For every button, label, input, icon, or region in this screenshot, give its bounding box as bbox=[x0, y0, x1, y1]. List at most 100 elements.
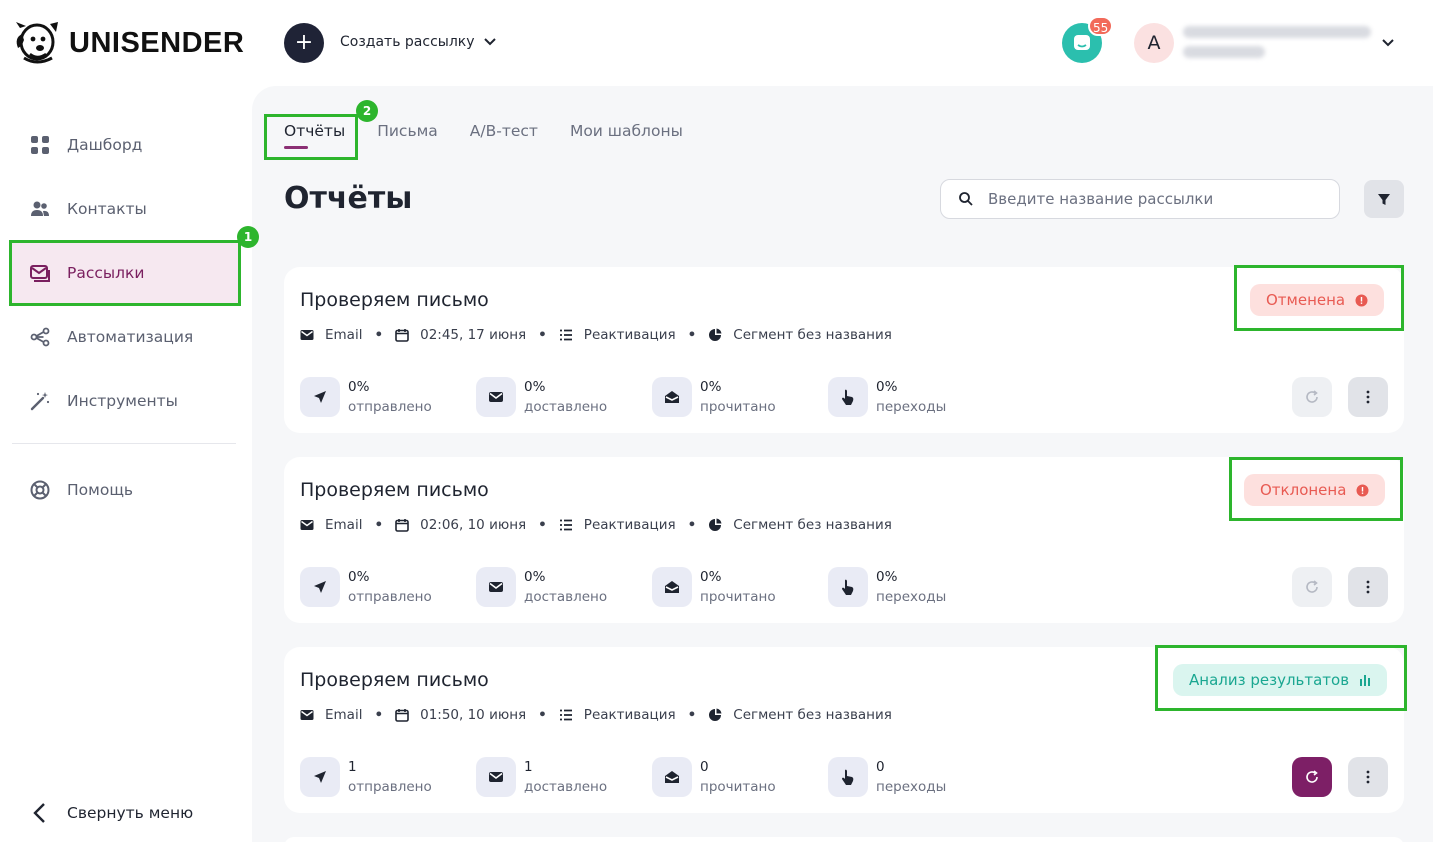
repeat-campaign-button[interactable] bbox=[1292, 377, 1332, 417]
refresh-icon bbox=[1306, 580, 1318, 593]
pointer-click-icon bbox=[828, 377, 868, 417]
create-campaign-label: Создать рассылку bbox=[340, 34, 475, 50]
more-options-button[interactable] bbox=[1348, 377, 1388, 417]
tab-my-templates[interactable]: Мои шаблоны bbox=[570, 122, 683, 140]
stat-mail: 0% доставлено bbox=[476, 377, 652, 417]
campaign-segment: Сегмент без названия bbox=[733, 327, 892, 343]
envelope-open-icon bbox=[652, 377, 692, 417]
campaign-type: Реактивация bbox=[583, 327, 676, 343]
highlight-box-status bbox=[1234, 265, 1404, 331]
campaign-stats: 1 отправлено 1 доставлено 0 прочитано 0 переход… bbox=[300, 757, 1004, 797]
more-options-button[interactable] bbox=[1348, 567, 1388, 607]
tab-ab-test[interactable]: A/B-тест bbox=[470, 122, 538, 140]
collapse-menu-button[interactable]: Свернуть меню bbox=[30, 801, 193, 825]
brand-name: UNISENDER bbox=[69, 26, 245, 59]
user-info-blurred[interactable] bbox=[1183, 26, 1371, 62]
create-campaign-button[interactable]: + bbox=[284, 23, 324, 63]
envelope-icon bbox=[300, 520, 314, 530]
campaign-meta: Email • 02:06, 10 июня • Реактивация • Сегмент… bbox=[300, 517, 892, 533]
stat-click: 0% переходы bbox=[828, 567, 1004, 607]
dog-logo-icon bbox=[16, 22, 58, 64]
notification-count-badge: 55 bbox=[1088, 16, 1114, 36]
create-campaign-dropdown[interactable]: Создать рассылку bbox=[340, 34, 497, 50]
highlight-box-status bbox=[1229, 457, 1403, 521]
stat-open: 0% прочитано bbox=[652, 377, 828, 417]
repeat-campaign-button[interactable] bbox=[1292, 757, 1332, 797]
send-icon bbox=[300, 567, 340, 607]
mail-icon bbox=[476, 567, 516, 607]
tab-letters[interactable]: Письма bbox=[377, 122, 438, 140]
stat-value: 0% bbox=[524, 379, 546, 395]
pie-chart-icon bbox=[709, 518, 722, 531]
campaign-meta: Email • 02:45, 17 июня • Реактивация • Сегмент… bbox=[300, 327, 892, 343]
avatar[interactable]: A bbox=[1134, 23, 1174, 63]
campaign-channel: Email bbox=[325, 707, 363, 723]
sidebar-item-help[interactable]: Помощь bbox=[10, 458, 240, 522]
search-icon bbox=[959, 192, 973, 206]
envelope-open-icon bbox=[652, 567, 692, 607]
page-title: Отчёты bbox=[284, 181, 413, 216]
stat-value: 0% bbox=[524, 569, 546, 585]
campaign-datetime: 01:50, 10 июня bbox=[420, 707, 527, 723]
stat-value: 0 bbox=[876, 759, 885, 775]
pointer-click-icon bbox=[828, 757, 868, 797]
pie-chart-icon bbox=[709, 328, 722, 341]
more-vertical-icon bbox=[1366, 580, 1370, 594]
filter-icon bbox=[1378, 194, 1390, 205]
campaign-title[interactable]: Проверяем письмо bbox=[300, 289, 489, 311]
more-options-button[interactable] bbox=[1348, 757, 1388, 797]
stat-label: доставлено bbox=[524, 399, 608, 415]
stat-value: 0% bbox=[348, 379, 370, 395]
chat-icon bbox=[1074, 35, 1090, 50]
pie-chart-icon bbox=[709, 708, 722, 721]
logo[interactable]: UNISENDER bbox=[12, 20, 244, 66]
campaign-datetime: 02:45, 17 июня bbox=[420, 327, 527, 343]
stat-open: 0 прочитано bbox=[652, 757, 828, 797]
collapse-menu-label: Свернуть меню bbox=[67, 804, 194, 822]
stat-mail: 1 доставлено bbox=[476, 757, 652, 797]
send-icon bbox=[300, 757, 340, 797]
stat-click: 0 переходы bbox=[828, 757, 1004, 797]
campaign-segment: Сегмент без названия bbox=[733, 517, 892, 533]
campaign-title[interactable]: Проверяем письмо bbox=[300, 669, 489, 691]
filter-button[interactable] bbox=[1364, 180, 1404, 218]
stat-label: переходы bbox=[876, 779, 947, 795]
stat-value: 0% bbox=[876, 569, 898, 585]
sidebar-item-tools[interactable]: Инструменты bbox=[10, 369, 240, 433]
envelope-open-icon bbox=[652, 757, 692, 797]
sidebar-item-label: Автоматизация bbox=[67, 328, 194, 346]
sidebar-item-dashboard[interactable]: Дашборд bbox=[10, 113, 240, 177]
send-icon bbox=[300, 377, 340, 417]
stat-label: доставлено bbox=[524, 589, 608, 605]
list-icon bbox=[559, 519, 572, 531]
stat-label: переходы bbox=[876, 589, 947, 605]
chevron-down-icon[interactable] bbox=[1380, 35, 1396, 51]
stat-value: 0% bbox=[348, 569, 370, 585]
highlight-number: 1 bbox=[237, 226, 259, 248]
envelope-icon bbox=[300, 710, 314, 720]
stat-label: переходы bbox=[876, 399, 947, 415]
sidebar-item-automation[interactable]: Автоматизация bbox=[10, 305, 240, 369]
search-input[interactable] bbox=[988, 190, 1328, 208]
dashboard-icon bbox=[31, 136, 49, 154]
stat-label: доставлено bbox=[524, 779, 608, 795]
stat-send: 1 отправлено bbox=[300, 757, 476, 797]
top-bar: UNISENDER + Создать рассылку 55 A bbox=[0, 0, 1433, 86]
stat-value: 0% bbox=[876, 379, 898, 395]
campaign-title[interactable]: Проверяем письмо bbox=[300, 479, 489, 501]
stat-value: 0% bbox=[700, 379, 722, 395]
calendar-icon bbox=[395, 519, 409, 532]
magic-wand-icon bbox=[30, 392, 50, 411]
campaign-channel: Email bbox=[325, 517, 363, 533]
highlight-box-campaigns bbox=[9, 240, 241, 306]
campaign-stats: 0% отправлено 0% доставлено 0% прочитано 0% пер… bbox=[300, 377, 1004, 417]
campaign-type: Реактивация bbox=[583, 517, 676, 533]
campaign-channel: Email bbox=[325, 327, 363, 343]
campaign-stats: 0% отправлено 0% доставлено 0% прочитано 0% пер… bbox=[300, 567, 1004, 607]
repeat-campaign-button[interactable] bbox=[1292, 567, 1332, 607]
contacts-icon bbox=[31, 201, 49, 216]
stat-value: 0% bbox=[700, 569, 722, 585]
highlight-box-reports-tab bbox=[264, 114, 358, 160]
stat-send: 0% отправлено bbox=[300, 377, 476, 417]
sidebar-item-contacts[interactable]: Контакты bbox=[10, 177, 240, 241]
